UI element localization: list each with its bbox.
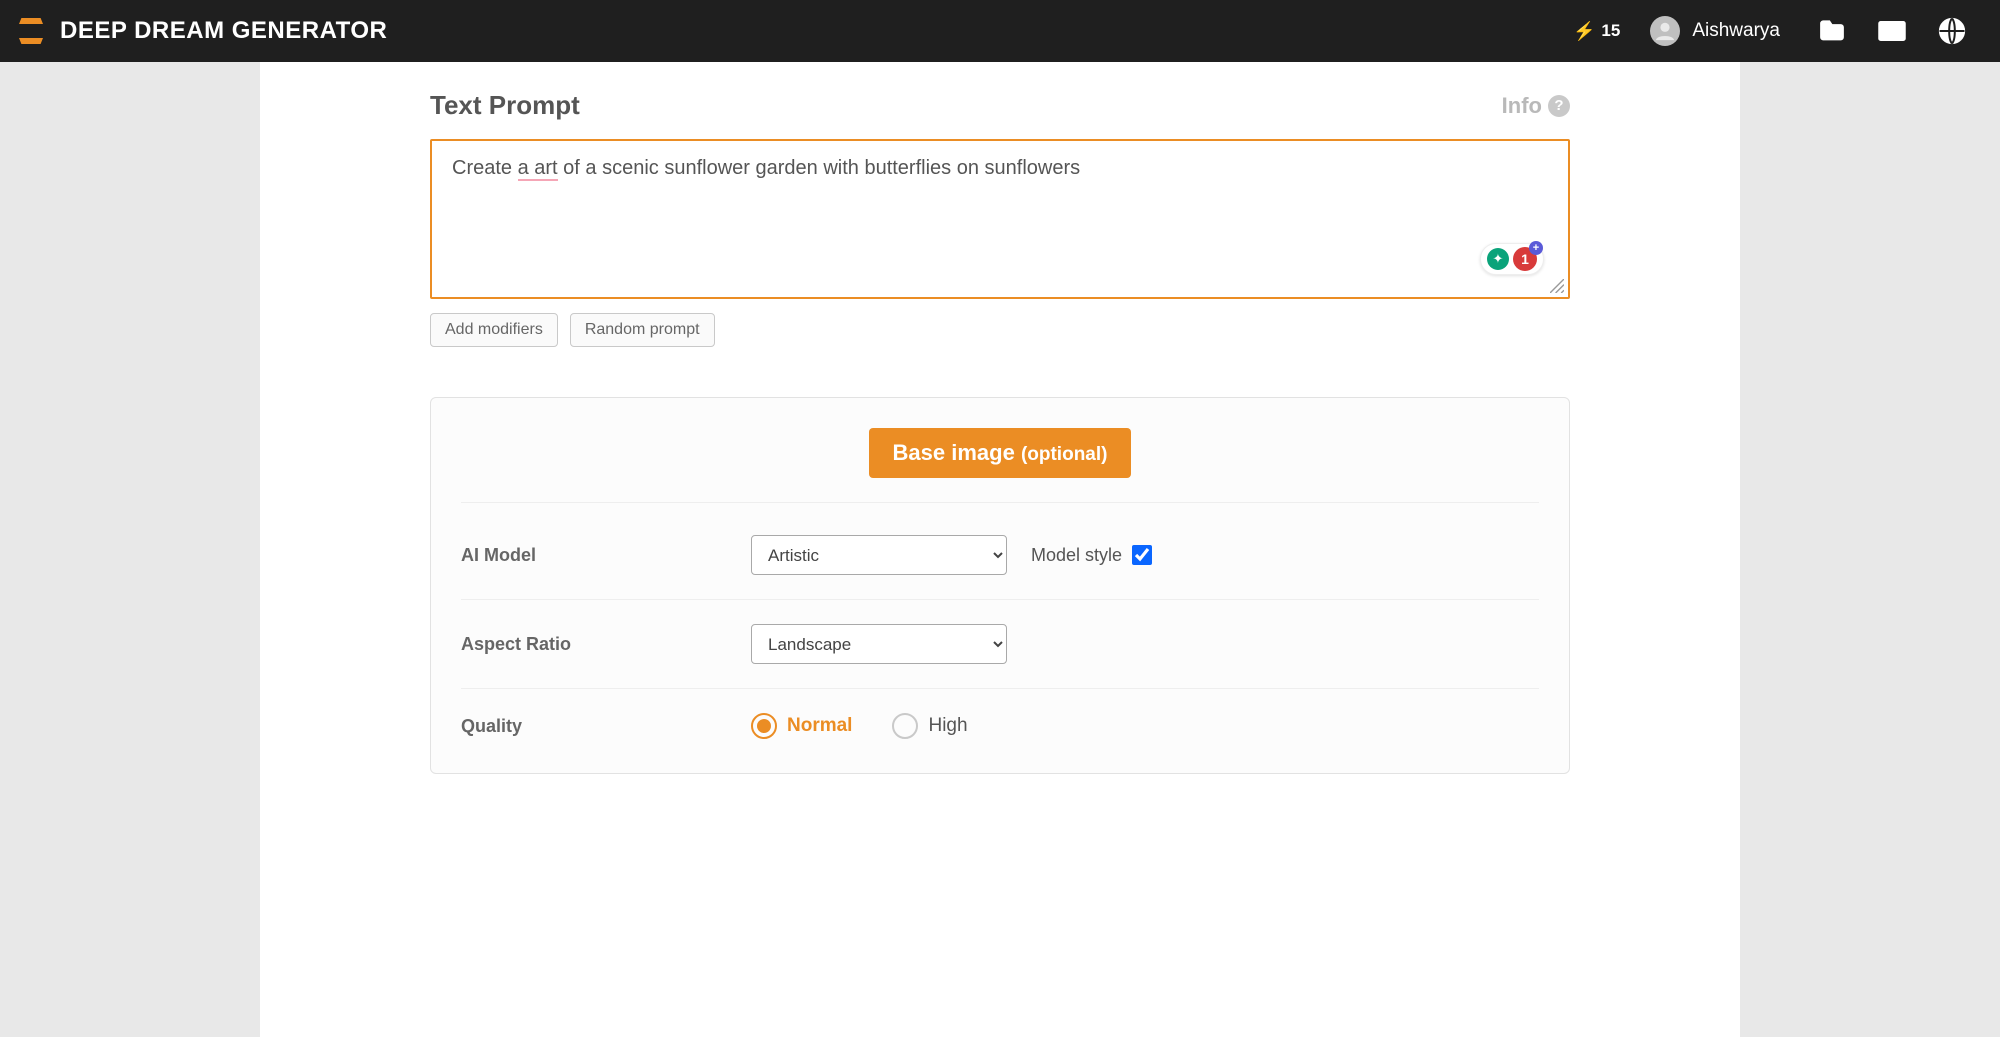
logo-icon [18,18,44,44]
avatar-icon [1650,16,1680,46]
options-panel: Base image (optional) AI Model Artistic … [430,397,1570,774]
model-style-label: Model style [1031,545,1122,566]
topbar: DEEP DREAM GENERATOR ⚡ 15 Aishwarya [0,0,2000,62]
quality-high-option[interactable]: High [892,713,967,739]
username: Aishwarya [1692,20,1780,42]
radio-icon [751,713,777,739]
divider [461,502,1539,503]
question-icon: ? [1548,95,1570,117]
user-menu[interactable]: Aishwarya [1650,16,1780,46]
energy-credits[interactable]: ⚡ 15 [1573,21,1620,42]
model-style-toggle[interactable]: Model style [1031,545,1152,566]
site-title: DEEP DREAM GENERATOR [60,17,387,45]
mail-icon[interactable] [1874,13,1910,49]
folder-icon[interactable] [1814,13,1850,49]
bolt-icon: ⚡ [1573,21,1595,42]
grammarly-error-count: 1 + [1513,247,1537,271]
globe-icon[interactable] [1934,13,1970,49]
ai-model-label: AI Model [461,545,751,566]
aspect-ratio-select[interactable]: Landscape [751,624,1007,664]
page: Text Prompt Info ? Create a art of a sce… [260,62,1740,1037]
logo[interactable]: DEEP DREAM GENERATOR [18,17,387,45]
quality-label: Quality [461,716,751,737]
spell-error: a art [518,157,558,181]
model-style-checkbox[interactable] [1132,545,1152,565]
prompt-section-title: Text Prompt [430,90,580,121]
quality-normal-option[interactable]: Normal [751,713,852,739]
add-modifiers-button[interactable]: Add modifiers [430,313,558,347]
credits-count: 15 [1601,21,1620,41]
aspect-ratio-label: Aspect Ratio [461,634,751,655]
radio-icon [892,713,918,739]
base-image-button[interactable]: Base image (optional) [869,428,1132,478]
info-link[interactable]: Info ? [1502,93,1570,119]
quality-radio-group: Normal High [751,713,968,739]
resize-handle-icon[interactable] [1550,279,1564,293]
ai-model-select[interactable]: Artistic [751,535,1007,575]
prompt-text[interactable]: Create a art of a scenic sunflower garde… [452,155,1548,182]
grammarly-widget[interactable]: ✦ 1 + [1480,243,1544,275]
grammarly-icon: ✦ [1487,248,1509,270]
plus-icon: + [1529,241,1543,255]
info-label: Info [1502,93,1542,119]
random-prompt-button[interactable]: Random prompt [570,313,715,347]
prompt-input[interactable]: Create a art of a scenic sunflower garde… [430,139,1570,299]
